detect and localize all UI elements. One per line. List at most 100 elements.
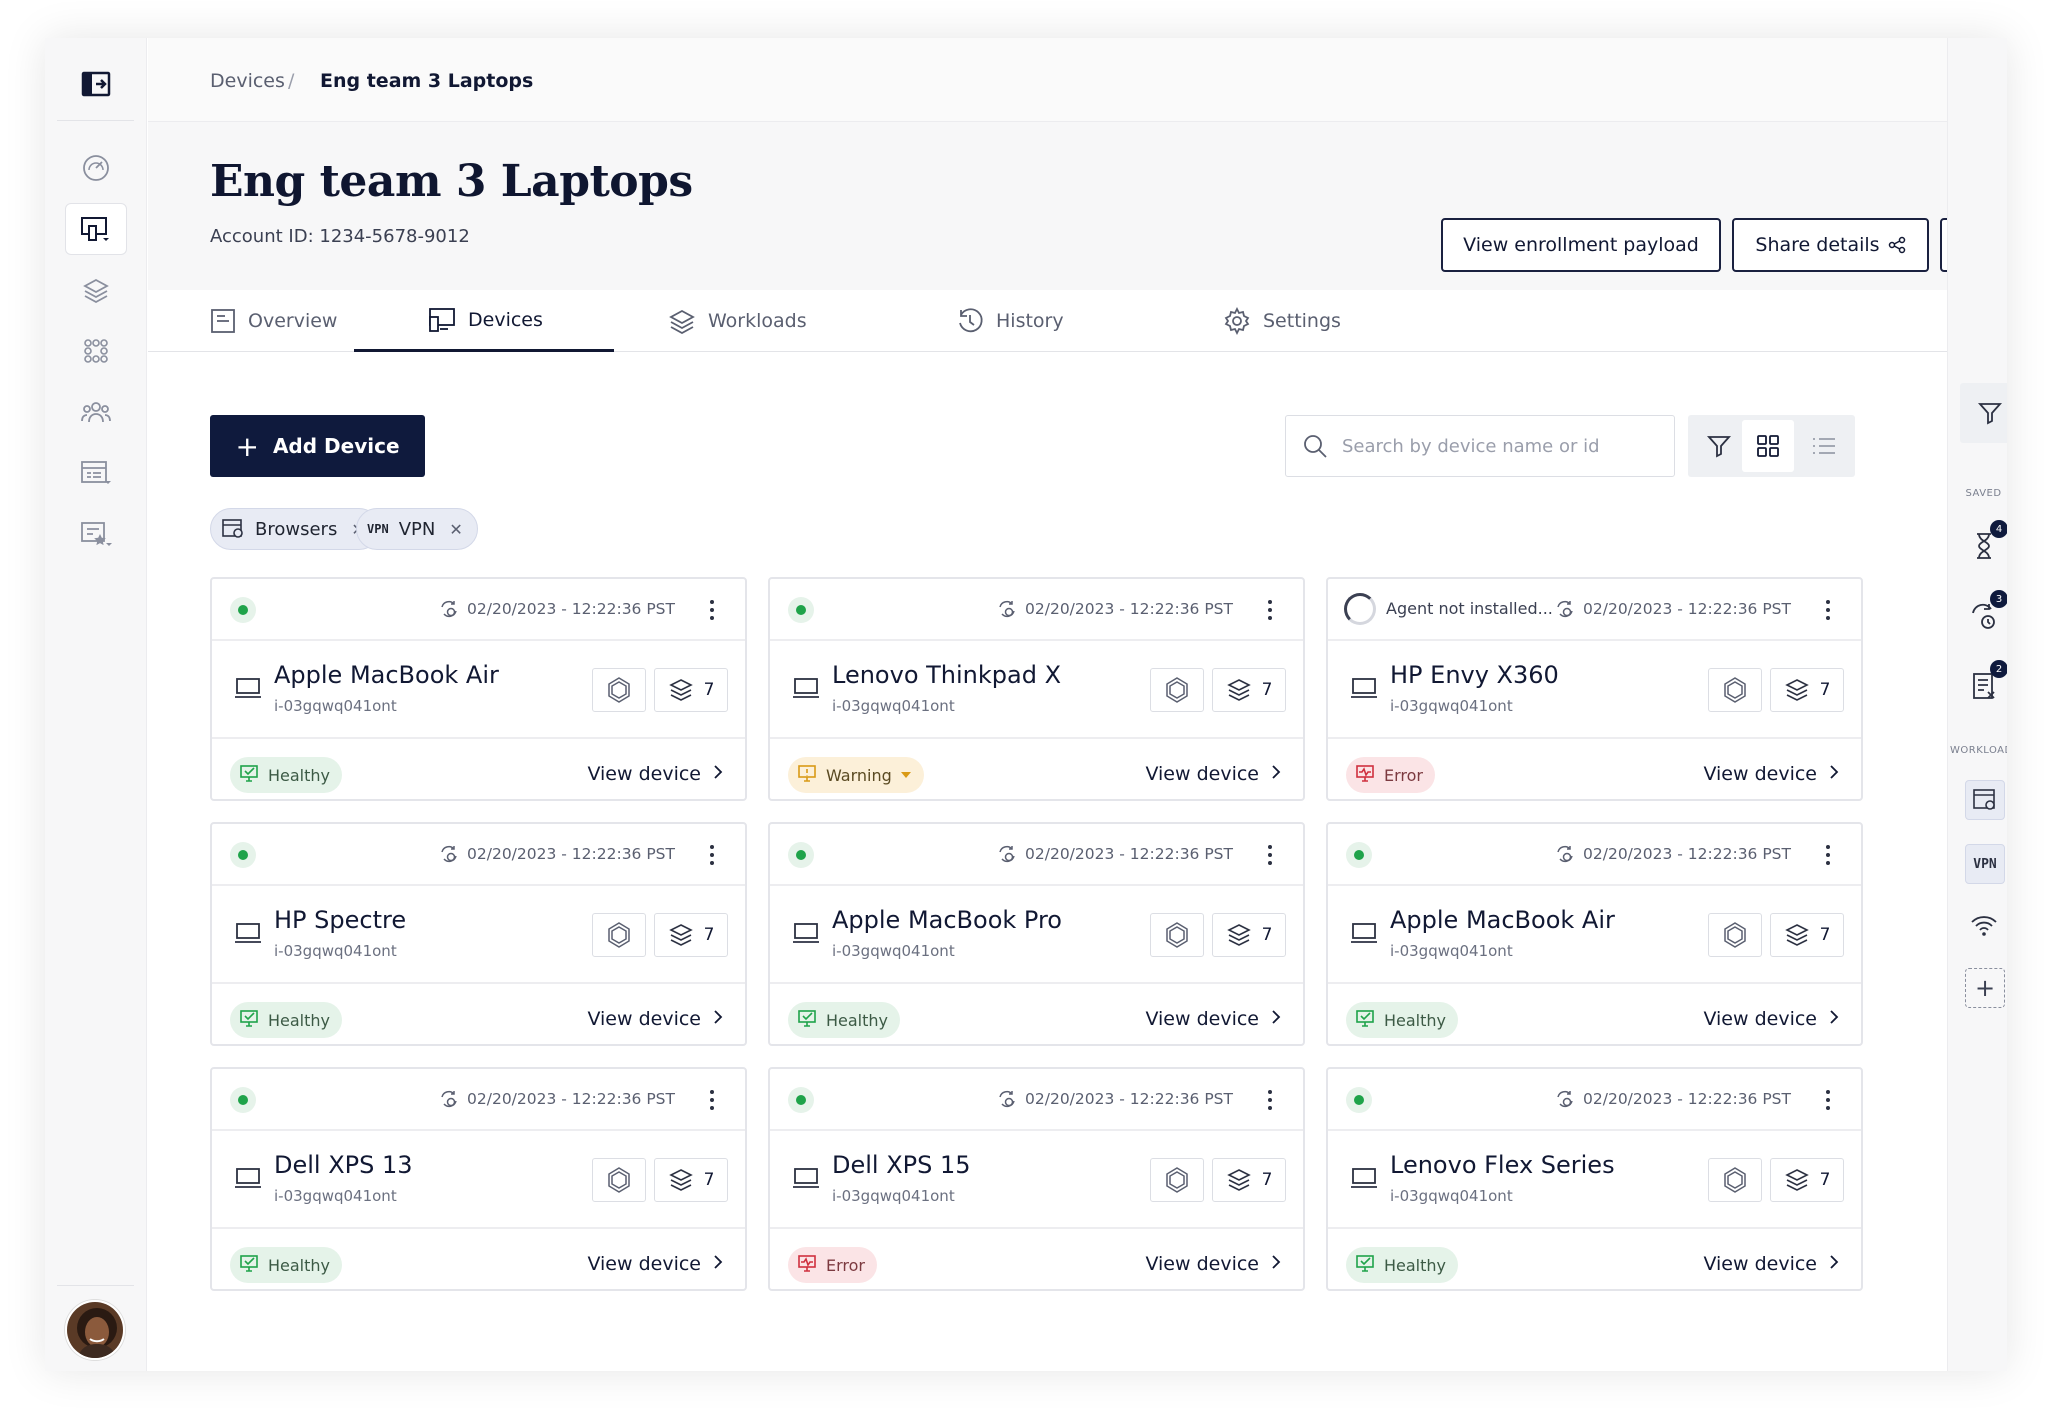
view-device-link[interactable]: View device bbox=[1703, 1253, 1839, 1275]
tab-workloads[interactable]: Workloads bbox=[668, 290, 807, 352]
breadcrumb: Devices / Eng team 3 Laptops bbox=[148, 38, 1947, 122]
security-button[interactable] bbox=[1150, 1158, 1204, 1202]
sync-clock-icon bbox=[999, 1090, 1015, 1108]
security-button[interactable] bbox=[592, 913, 646, 957]
loading-spinner-icon bbox=[1344, 593, 1376, 625]
workloads-count-button[interactable]: 7 bbox=[654, 913, 728, 957]
nav-favorites[interactable] bbox=[65, 508, 127, 560]
tab-settings[interactable]: Settings bbox=[1223, 290, 1341, 352]
workloads-icon bbox=[1784, 924, 1809, 946]
saved-filter-3[interactable]: 2 bbox=[1962, 660, 2007, 708]
list-icon bbox=[1813, 438, 1835, 454]
card-more-options-icon[interactable] bbox=[1265, 593, 1275, 627]
tab-history-label: History bbox=[996, 310, 1064, 332]
security-button[interactable] bbox=[1708, 913, 1762, 957]
nav-users[interactable] bbox=[65, 386, 127, 438]
laptop-icon bbox=[235, 1168, 261, 1188]
tab-history[interactable]: History bbox=[956, 290, 1064, 352]
laptop-icon bbox=[793, 923, 819, 943]
account-id-value: 1234-5678-9012 bbox=[319, 226, 470, 247]
workload-browsers-button[interactable] bbox=[1965, 780, 2005, 820]
card-more-options-icon[interactable] bbox=[1823, 593, 1833, 627]
card-more-options-icon[interactable] bbox=[1265, 1083, 1275, 1117]
workloads-count-button[interactable]: 7 bbox=[1212, 1158, 1286, 1202]
tab-overview[interactable]: Overview bbox=[210, 290, 337, 352]
workloads-count-button[interactable]: 7 bbox=[1770, 1158, 1844, 1202]
view-device-link[interactable]: View device bbox=[1703, 763, 1839, 785]
grid-view-button[interactable] bbox=[1742, 420, 1794, 472]
devices-icon bbox=[81, 217, 109, 241]
add-device-button[interactable]: + Add Device bbox=[210, 415, 425, 477]
device-card-body: Dell XPS 13 i-03gqwq041ont 7 bbox=[212, 1131, 745, 1229]
view-device-link[interactable]: View device bbox=[587, 763, 723, 785]
device-card-header: 02/20/2023 - 12:22:36 PST bbox=[212, 579, 745, 641]
sync-clock-icon bbox=[441, 1090, 457, 1108]
nav-devices[interactable] bbox=[65, 203, 127, 255]
security-button[interactable] bbox=[592, 1158, 646, 1202]
add-workload-button[interactable]: + bbox=[1965, 968, 2005, 1008]
security-button[interactable] bbox=[1150, 913, 1204, 957]
shield-hexagon-icon bbox=[1166, 922, 1188, 948]
device-card-body: HP Spectre i-03gqwq041ont 7 bbox=[212, 886, 745, 984]
workloads-count-button[interactable]: 7 bbox=[654, 668, 728, 712]
card-more-options-icon[interactable] bbox=[707, 1083, 717, 1117]
card-more-options-icon[interactable] bbox=[707, 838, 717, 872]
browser-icon bbox=[222, 519, 243, 538]
device-name: Apple MacBook Pro bbox=[832, 906, 1062, 934]
last-sync-time: 02/20/2023 - 12:22:36 PST bbox=[467, 600, 675, 618]
saved-filter-2[interactable]: 3 bbox=[1962, 590, 2007, 638]
view-device-link[interactable]: View device bbox=[587, 1008, 723, 1030]
status-badge[interactable]: Warning bbox=[788, 757, 924, 793]
workloads-count: 7 bbox=[1261, 925, 1273, 945]
device-card-header: 02/20/2023 - 12:22:36 PST bbox=[1328, 824, 1861, 886]
workloads-count-button[interactable]: 7 bbox=[1212, 668, 1286, 712]
workloads-count-button[interactable]: 7 bbox=[1770, 913, 1844, 957]
nav-apps[interactable] bbox=[65, 325, 127, 377]
view-enrollment-payload-button[interactable]: View enrollment payload bbox=[1441, 218, 1721, 272]
device-card-body: Apple MacBook Pro i-03gqwq041ont 7 bbox=[770, 886, 1303, 984]
workloads-icon bbox=[669, 309, 695, 334]
share-details-button[interactable]: Share details bbox=[1732, 218, 1929, 272]
breadcrumb-root-link[interactable]: Devices bbox=[210, 70, 285, 92]
workloads-count-button[interactable]: 7 bbox=[654, 1158, 728, 1202]
search-input[interactable] bbox=[1342, 435, 1642, 457]
security-button[interactable] bbox=[1708, 668, 1762, 712]
nav-dashboard[interactable] bbox=[65, 142, 127, 194]
security-button[interactable] bbox=[1708, 1158, 1762, 1202]
view-device-link[interactable]: View device bbox=[1145, 1253, 1281, 1275]
list-view-button[interactable] bbox=[1798, 420, 1850, 472]
workloads-count-button[interactable]: 7 bbox=[1770, 668, 1844, 712]
workloads-count: 7 bbox=[703, 1170, 715, 1190]
security-button[interactable] bbox=[1150, 668, 1204, 712]
workloads-icon bbox=[1784, 679, 1809, 701]
view-device-link[interactable]: View device bbox=[1145, 763, 1281, 785]
view-device-link[interactable]: View device bbox=[1703, 1008, 1839, 1030]
remove-filter-vpn-icon[interactable]: ✕ bbox=[449, 520, 462, 539]
collapse-nav-icon[interactable] bbox=[80, 68, 112, 100]
user-avatar[interactable] bbox=[65, 1300, 125, 1360]
device-card-body: HP Envy X360 i-03gqwq041ont 7 bbox=[1328, 641, 1861, 739]
device-card-body: Dell XPS 15 i-03gqwq041ont 7 bbox=[770, 1131, 1303, 1229]
card-more-options-icon[interactable] bbox=[707, 593, 717, 627]
workload-vpn-button[interactable]: VPN bbox=[1965, 844, 2005, 884]
view-device-link[interactable]: View device bbox=[1145, 1008, 1281, 1030]
healthy-monitor-icon bbox=[240, 1254, 260, 1276]
tab-devices[interactable]: Devices bbox=[354, 290, 614, 352]
last-sync: 02/20/2023 - 12:22:36 PST bbox=[1555, 844, 1791, 864]
saved-filter-1[interactable]: 4 bbox=[1962, 520, 2007, 568]
rail-filter-button[interactable] bbox=[1960, 383, 2007, 443]
card-more-options-icon[interactable] bbox=[1823, 838, 1833, 872]
online-status-dot bbox=[230, 1087, 256, 1113]
view-device-link[interactable]: View device bbox=[587, 1253, 723, 1275]
search-box[interactable] bbox=[1285, 415, 1675, 477]
workload-wifi-button[interactable] bbox=[1962, 904, 2006, 948]
error-monitor-icon bbox=[798, 1254, 818, 1276]
last-sync-time: 02/20/2023 - 12:22:36 PST bbox=[1583, 600, 1791, 618]
card-more-options-icon[interactable] bbox=[1823, 1083, 1833, 1117]
workloads-count-button[interactable]: 7 bbox=[1212, 913, 1286, 957]
nav-workloads[interactable] bbox=[65, 264, 127, 316]
last-sync-time: 02/20/2023 - 12:22:36 PST bbox=[1583, 845, 1791, 863]
security-button[interactable] bbox=[592, 668, 646, 712]
card-more-options-icon[interactable] bbox=[1265, 838, 1275, 872]
nav-reports[interactable] bbox=[65, 447, 127, 499]
